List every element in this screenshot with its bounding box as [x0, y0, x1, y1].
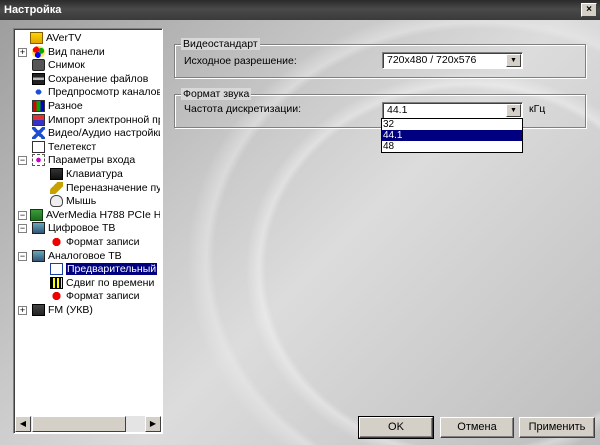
tree-item[interactable]: AVerMedia H788 PCIe Hybri: [30, 208, 160, 222]
chevron-down-icon[interactable]: ▼: [506, 104, 521, 117]
misc-icon: [32, 100, 45, 112]
import-icon: [32, 113, 45, 126]
tree-item-label: Видео/Аудио настройки: [48, 127, 160, 140]
tree-item[interactable]: Предпросмотр каналов: [32, 86, 160, 99]
tree-item-label: Импорт электронной прог: [48, 113, 160, 126]
tree-item-label: Снимок: [48, 59, 85, 72]
tree-item-label: Формат записи: [66, 290, 140, 303]
tree-item-label: Клавиатура: [66, 168, 123, 180]
tree-expander[interactable]: −: [18, 251, 27, 261]
source-resolution-select[interactable]: 720x480 / 720x576 ▼: [382, 52, 523, 69]
tree-item[interactable]: AVerTV: [30, 32, 81, 45]
tree-expander[interactable]: +: [18, 47, 27, 57]
tree-item[interactable]: Мышь: [50, 195, 96, 208]
tree-expander[interactable]: +: [18, 306, 27, 315]
tree-item[interactable]: Формат записи: [50, 290, 140, 303]
tree-item-label: AVerMedia H788 PCIe Hybri: [46, 208, 160, 221]
video-standard-title: Видеостандарт: [181, 38, 260, 50]
tree-item-label: Формат записи: [66, 236, 140, 248]
source-resolution-label: Исходное разрешение:: [184, 55, 297, 67]
radio-icon: [32, 304, 45, 316]
scroll-thumb[interactable]: [32, 416, 126, 432]
remote-icon: [50, 181, 63, 194]
tree-item-label: Предварительный: [66, 263, 158, 276]
source-resolution-value: 720x480 / 720x576: [387, 54, 477, 66]
mouse-icon: [50, 195, 63, 208]
keyboard-icon: [50, 168, 63, 180]
tree-item[interactable]: Разное: [32, 100, 83, 113]
tree-item[interactable]: Параметры входа: [32, 154, 135, 167]
tree-expander[interactable]: −: [18, 210, 27, 220]
record-icon: [50, 290, 63, 303]
tree-item[interactable]: Сдвиг по времени: [50, 276, 155, 290]
scroll-right-button[interactable]: ▶: [145, 416, 161, 432]
tree-item-label: Аналоговое ТВ: [48, 249, 122, 262]
tree-expander[interactable]: −: [18, 224, 27, 234]
tree-item[interactable]: Видео/Аудио настройки: [32, 127, 160, 140]
sampling-rate-dropdown-list[interactable]: 32 44.1 48: [381, 118, 523, 153]
tree-item[interactable]: Цифровое ТВ: [32, 222, 115, 235]
tree-item[interactable]: Аналоговое ТВ: [32, 249, 122, 263]
tree-item-label: Цифровое ТВ: [48, 222, 116, 235]
tree-item-label: AVerTV: [46, 32, 82, 44]
apply-button[interactable]: Применить: [519, 417, 595, 438]
audio-format-group: Формат звука Частота дискретизации: 44.1…: [174, 88, 586, 128]
camera-icon: [32, 59, 45, 72]
dropdown-option[interactable]: 44.1: [382, 130, 522, 141]
sampling-rate-unit: кГц: [529, 103, 546, 115]
tree-item[interactable]: Клавиатура: [50, 168, 123, 181]
tools-icon: [32, 127, 45, 140]
close-button[interactable]: ×: [581, 3, 597, 17]
floppy-icon: [32, 72, 45, 85]
dropdown-option[interactable]: 32: [382, 119, 522, 130]
sampling-rate-label: Частота дискретизации:: [184, 103, 301, 115]
sampling-rate-select[interactable]: 44.1 ▼: [382, 102, 523, 119]
sampling-rate-value: 44.1: [387, 104, 408, 116]
chevron-down-icon[interactable]: ▼: [506, 54, 521, 67]
check-icon: [50, 263, 63, 276]
tree-item-label: Переназначение пульт: [66, 181, 160, 194]
scroll-left-button[interactable]: ◀: [15, 416, 31, 432]
tree-item-label: Предпросмотр каналов: [48, 86, 160, 99]
settings-tree: AVerTV + Вид панели Снимок Сохранение файлов…: [13, 28, 163, 434]
title-bar: Настройка ×: [0, 0, 600, 20]
monitor-icon: [32, 249, 45, 262]
tree-item[interactable]: FM (УКВ): [32, 304, 93, 317]
tree-item-label: Мышь: [66, 195, 97, 208]
video-standard-group: Видеостандарт Исходное разрешение: 720x4…: [174, 38, 586, 78]
teletext-icon: [32, 140, 45, 153]
settings-window: AVerTV + Вид панели Снимок Сохранение файлов…: [0, 20, 600, 445]
tree-item-label: Разное: [48, 100, 83, 112]
tv-icon: [30, 32, 43, 44]
tree-item-label: Сохранение файлов: [48, 72, 149, 85]
tree-horizontal-scrollbar[interactable]: ◀ ▶: [15, 416, 161, 432]
input-icon: [32, 154, 45, 167]
timeshift-icon: [50, 276, 63, 289]
tree-item[interactable]: Предварительный: [50, 263, 158, 276]
window-title: Настройка: [4, 4, 62, 16]
tree-item-label: Параметры входа: [48, 154, 136, 167]
card-icon: [30, 208, 43, 221]
tree-expander[interactable]: −: [18, 156, 27, 166]
tree-item-label: Сдвиг по времени: [66, 276, 155, 289]
tree-item[interactable]: Вид панели: [32, 45, 105, 59]
tree-item[interactable]: Телетекст: [32, 140, 97, 154]
monitor-icon: [32, 222, 45, 235]
tree-item-label: Телетекст: [48, 140, 97, 153]
tree-item-label: Вид панели: [48, 45, 105, 58]
tree-item[interactable]: Сохранение файлов: [32, 72, 149, 86]
tree-item[interactable]: Снимок: [32, 59, 85, 72]
tree-list: AVerTV + Вид панели Снимок Сохранение файлов…: [16, 31, 160, 416]
dropdown-option[interactable]: 48: [382, 141, 522, 152]
eye-icon: [32, 86, 45, 99]
tree-item[interactable]: Формат записи: [50, 236, 140, 249]
tree-item-label: FM (УКВ): [48, 304, 93, 316]
cancel-button[interactable]: Отмена: [440, 417, 514, 438]
tree-item[interactable]: Импорт электронной прог: [32, 113, 160, 127]
ok-button[interactable]: OK: [358, 416, 434, 439]
record-icon: [50, 236, 63, 248]
palette-icon: [32, 45, 45, 58]
audio-format-title: Формат звука: [181, 88, 252, 100]
tree-item[interactable]: Переназначение пульт: [50, 181, 160, 195]
